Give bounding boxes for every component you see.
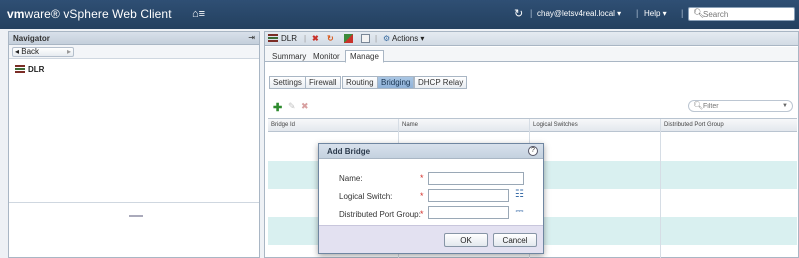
back-button[interactable]: ◂ Back ▸ [12, 47, 74, 57]
global-search[interactable]: 🔍︎ [688, 7, 795, 21]
filter-box[interactable]: 🔍︎ ▼ [688, 100, 793, 112]
logical-switch-label: Logical Switch: [339, 192, 393, 201]
column-divider [660, 119, 661, 258]
filter-input[interactable] [703, 102, 779, 111]
required-marker: * [420, 209, 424, 219]
dialog-title: Add Bridge [327, 147, 371, 156]
refresh-icon[interactable]: ↻ [514, 7, 523, 20]
table-header: Bridge Id Name Logical Switches Distribu… [268, 119, 797, 132]
navigator-tree: DLR [9, 59, 259, 217]
object-label: DLR [281, 34, 298, 43]
actions-gear-icon: ⚙ [383, 34, 391, 43]
column-header[interactable]: Distributed Port Group [664, 122, 724, 128]
tab-monitor[interactable]: Monitor [313, 52, 340, 62]
router-icon [268, 34, 278, 42]
subtab-dhcp-relay[interactable]: DHCP Relay [414, 76, 468, 89]
browse-port-group-icon[interactable]: ⎓ [514, 207, 525, 218]
tree-item-dlr[interactable]: DLR [15, 65, 44, 74]
required-marker: * [420, 173, 424, 183]
pin-icon[interactable]: ⇥ [248, 33, 255, 42]
chevron-down-icon[interactable]: ▼ [782, 103, 788, 109]
object-toolbar: DLR | ✖ ↻ | ⚙ Actions ▾ [265, 32, 798, 46]
navigator-header: Navigator ⇥ [9, 32, 259, 45]
brand-vm: vm [7, 7, 25, 21]
navigator-panel: Navigator ⇥ ◂ Back ▸ DLR [8, 31, 260, 258]
splitter-handle[interactable] [129, 215, 143, 217]
column-header[interactable]: Name [402, 122, 418, 128]
brand-title: ware® vSphere Web Client [24, 7, 172, 21]
user-menu[interactable]: chay@letsv4real.local ▾ [537, 9, 621, 18]
back-label: ◂ Back [15, 47, 40, 56]
logical-switch-field[interactable] [428, 189, 509, 202]
port-group-field[interactable] [428, 206, 509, 219]
column-header[interactable]: Logical Switches [533, 122, 578, 128]
header-separator: | [530, 8, 533, 18]
browse-switch-icon[interactable]: ☷ [514, 190, 525, 201]
header-separator: | [636, 8, 639, 18]
add-bridge-dialog: Add Bridge ? Name: * Logical Switch: * ☷… [318, 143, 544, 254]
navigator-title: Navigator [13, 34, 50, 43]
toolbar-separator: | [375, 34, 378, 43]
subtab-bridging[interactable]: Bridging [377, 76, 415, 89]
subtab-routing[interactable]: Routing [342, 76, 378, 89]
search-icon: 🔍︎ [693, 101, 704, 110]
dialog-footer: OK Cancel [319, 225, 543, 253]
name-label: Name: [339, 174, 363, 183]
port-group-label: Distributed Port Group: [339, 210, 421, 219]
object-title: DLR [268, 34, 297, 43]
top-header: vmware® vSphere Web Client ⌂≡ ↻ | chay@l… [0, 0, 799, 29]
edit-icon[interactable]: ✎ [288, 101, 296, 112]
subtab-firewall[interactable]: Firewall [305, 76, 341, 89]
delete-icon[interactable]: ✖ [312, 34, 319, 43]
home-icon[interactable]: ⌂≡ [192, 8, 205, 20]
cancel-button[interactable]: Cancel [493, 233, 537, 247]
tab-bar: Summary Monitor Manage [265, 47, 798, 63]
actions-label: Actions ▾ [391, 34, 425, 43]
deploy-icon[interactable] [344, 34, 353, 44]
actions-menu[interactable]: ⚙ Actions ▾ [383, 34, 424, 43]
subtab-settings[interactable]: Settings [269, 76, 306, 89]
tab-summary[interactable]: Summary [272, 52, 306, 62]
router-icon [15, 65, 25, 73]
settings-page-icon[interactable] [361, 34, 370, 44]
header-separator: | [681, 8, 684, 18]
help-icon[interactable]: ? [528, 146, 538, 156]
add-icon[interactable]: ✚ [273, 101, 282, 114]
tab-manage[interactable]: Manage [345, 50, 384, 63]
remove-icon[interactable]: ✖ [301, 101, 309, 112]
name-field[interactable] [428, 172, 524, 185]
app-brand: vmware® vSphere Web Client [7, 7, 172, 21]
toolbar-separator: | [304, 34, 307, 43]
required-marker: * [420, 191, 424, 201]
help-menu[interactable]: Help ▾ [644, 9, 667, 18]
ok-button[interactable]: OK [444, 233, 488, 247]
navigator-toolbar: ◂ Back ▸ [9, 45, 259, 59]
forward-icon[interactable]: ▸ [67, 48, 71, 56]
search-input[interactable] [703, 9, 791, 19]
dialog-header: Add Bridge ? [319, 144, 543, 159]
sync-icon[interactable]: ↻ [327, 34, 334, 43]
tree-item-label: DLR [28, 65, 45, 74]
column-header[interactable]: Bridge Id [271, 122, 295, 128]
